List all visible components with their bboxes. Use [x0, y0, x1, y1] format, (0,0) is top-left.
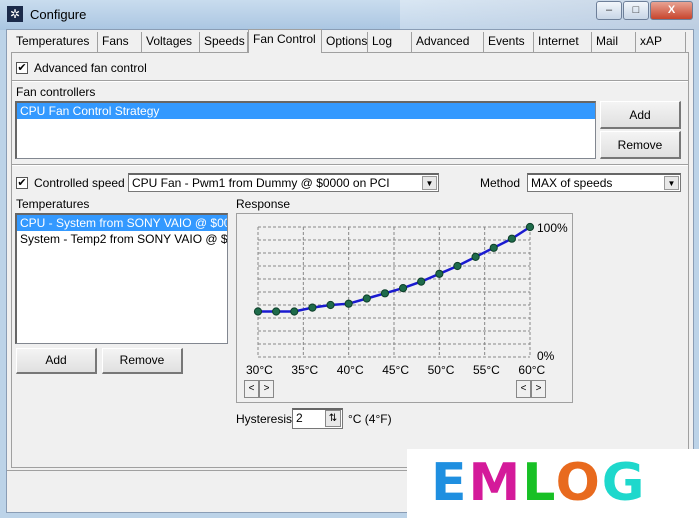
x-tick-label: 55°C [473, 363, 500, 377]
list-item[interactable]: CPU Fan Control Strategy [17, 103, 595, 119]
curve-point[interactable] [453, 261, 462, 271]
response-label: Response [236, 197, 291, 211]
logo-letter: M [468, 453, 523, 513]
curve-point[interactable] [417, 277, 426, 286]
tab-fans[interactable]: Fans [98, 32, 142, 52]
tab-temperatures[interactable]: Temperatures [12, 32, 98, 52]
title-bar [0, 0, 699, 30]
max-label: 100% [537, 221, 568, 235]
x-tick-label: 40°C [336, 363, 364, 377]
method-label: Method [480, 176, 521, 190]
curve-point[interactable] [253, 307, 263, 316]
curve-point[interactable] [507, 234, 516, 243]
chevron-down-icon[interactable]: ▼ [664, 176, 679, 190]
maximize-button[interactable]: □ [623, 1, 649, 20]
x-tick-label: 45°C [382, 363, 409, 377]
curve-point[interactable] [435, 269, 444, 278]
x-tick-label: 30°C [246, 363, 273, 377]
logo-letter: G [601, 453, 647, 513]
logo-letter: L [522, 453, 556, 513]
tab-log[interactable]: Log [368, 32, 412, 52]
spinner-icon[interactable]: ⇅ [325, 410, 341, 427]
remove-temperature-button[interactable]: Remove [102, 348, 183, 374]
divider [12, 80, 688, 82]
curve-point[interactable] [290, 307, 299, 316]
curve-point[interactable] [272, 307, 281, 316]
add-temperature-button[interactable]: Add [16, 348, 97, 374]
remove-controller-button[interactable]: Remove [600, 131, 681, 159]
curve-point[interactable] [489, 243, 498, 252]
window-title: Configure [30, 7, 87, 22]
tab-xap[interactable]: xAP [636, 32, 686, 52]
selected-value: CPU Fan - Pwm1 from Dummy @ $0000 on PCI [132, 176, 390, 190]
selected-value: MAX of speeds [531, 176, 613, 190]
logo-letter: E [431, 453, 469, 513]
fan-controllers-list[interactable]: CPU Fan Control Strategy [15, 101, 596, 159]
tab-speeds[interactable]: Speeds [200, 32, 248, 52]
list-item[interactable]: CPU - System from SONY VAIO @ $0000 [17, 215, 227, 231]
temperatures-label: Temperatures [16, 197, 90, 211]
min-label: 0% [537, 349, 555, 363]
logo-letter: O [555, 453, 602, 513]
x-tick-label: 35°C [291, 363, 319, 377]
curve-point[interactable] [525, 222, 535, 232]
response-chart[interactable] [236, 213, 573, 363]
tab-mail[interactable]: Mail [592, 32, 636, 52]
temperatures-list[interactable]: CPU - System from SONY VAIO @ $0000 Syst… [15, 213, 228, 344]
advanced-fan-control-checkbox[interactable]: ✔ [16, 62, 28, 74]
tab-advanced[interactable]: Advanced [412, 32, 484, 52]
curve-point[interactable] [471, 252, 480, 262]
curve-point[interactable] [326, 300, 335, 310]
curve-point[interactable] [380, 289, 390, 298]
controlled-speed-label: Controlled speed [34, 176, 125, 190]
tab-voltages[interactable]: Voltages [142, 32, 200, 52]
hysteresis-value: 2 [296, 411, 303, 425]
shift-left-end-button[interactable]: < [516, 380, 531, 398]
advanced-fan-control-label: Advanced fan control [34, 61, 147, 75]
curve-point[interactable] [308, 303, 317, 312]
curve-point[interactable] [362, 294, 371, 303]
shift-left-start-button[interactable]: < [244, 380, 259, 398]
chevron-down-icon[interactable]: ▼ [422, 176, 437, 190]
hysteresis-label: Hysteresis [236, 412, 293, 426]
hysteresis-unit: °C (4°F) [348, 412, 392, 426]
tab-fan-control[interactable]: Fan Control [248, 29, 322, 53]
divider [12, 164, 688, 166]
add-controller-button[interactable]: Add [600, 101, 681, 129]
curve-point[interactable] [344, 299, 353, 308]
list-item[interactable]: System - Temp2 from SONY VAIO @ $0000 [17, 231, 227, 247]
close-button[interactable]: X [650, 1, 693, 20]
app-icon: ✲ [7, 6, 23, 22]
controlled-speed-checkbox[interactable]: ✔ [16, 177, 28, 189]
emlog-watermark-logo: EMLOG [407, 449, 699, 518]
shift-right-start-button[interactable]: > [259, 380, 274, 398]
x-tick-label: 60°C [518, 363, 546, 377]
tab-options[interactable]: Options [322, 32, 368, 52]
minimize-button[interactable]: – [596, 1, 622, 20]
tab-events[interactable]: Events [484, 32, 534, 52]
controlled-speed-select[interactable]: CPU Fan - Pwm1 from Dummy @ $0000 on PCI… [128, 173, 439, 192]
method-select[interactable]: MAX of speeds ▼ [527, 173, 681, 192]
fan-controllers-label: Fan controllers [16, 85, 96, 99]
tab-internet[interactable]: Internet [534, 32, 592, 52]
x-tick-label: 50°C [427, 363, 455, 377]
shift-right-end-button[interactable]: > [531, 380, 546, 398]
curve-point[interactable] [398, 284, 408, 293]
